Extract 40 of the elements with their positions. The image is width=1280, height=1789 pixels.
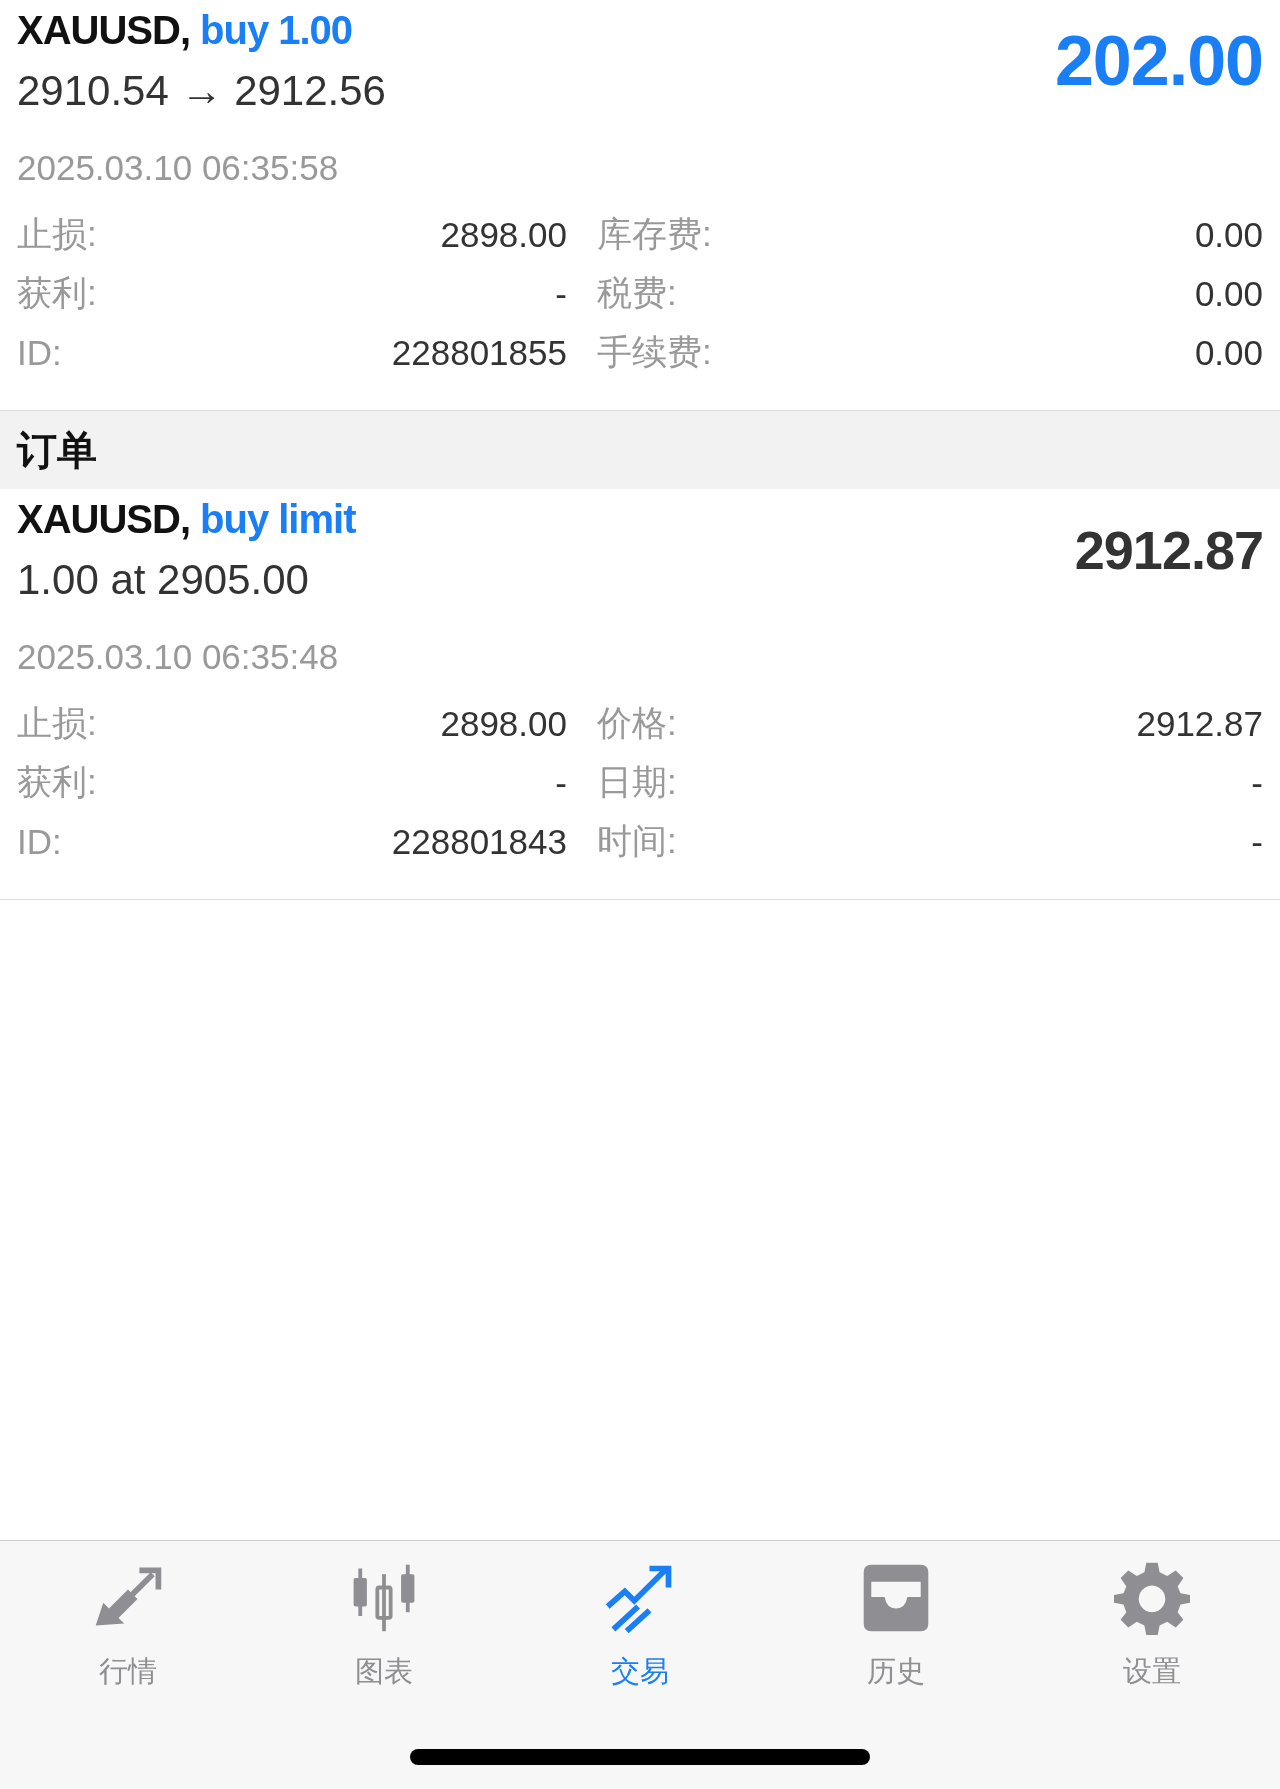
symbol: XAUUSD, (17, 497, 191, 541)
field-value: 0.00 (1194, 332, 1263, 373)
field-value: - (1251, 762, 1263, 803)
field-label: ID: (17, 821, 62, 862)
tab[interactable]: 设置 (1024, 1559, 1280, 1689)
field-value: 2912.87 (1136, 703, 1263, 744)
trade-type: buy limit (200, 497, 356, 541)
timestamp: 2025.03.10 06:35:58 (17, 147, 340, 189)
field-value: 0.00 (1194, 273, 1263, 314)
field-value: - (555, 762, 567, 803)
field-label: 库存费: (597, 213, 712, 255)
symbol: XAUUSD, (17, 8, 191, 52)
field-label: 税费: (597, 272, 677, 314)
field-value: 2898.00 (440, 703, 567, 744)
tab[interactable]: 交易 (512, 1559, 768, 1689)
field-label: 价格: (597, 702, 677, 744)
trade-value: 2912.87 (1074, 519, 1263, 581)
field-value: 2898.00 (440, 214, 567, 255)
tab[interactable]: 图表 (256, 1559, 512, 1689)
price-info: 1.00 at 2905.00 (17, 555, 310, 605)
field-label: 时间: (597, 820, 677, 862)
field-label: 止损: (17, 702, 97, 744)
trade-value: 202.00 (1054, 21, 1263, 101)
tab[interactable]: 行情 (0, 1559, 256, 1689)
timestamp: 2025.03.10 06:35:48 (17, 636, 340, 678)
trade-type: buy 1.00 (200, 8, 353, 52)
field-label: 获利: (17, 272, 97, 314)
field-label: 止损: (17, 213, 97, 255)
field-label: 获利: (17, 761, 97, 803)
field-label: ID: (17, 332, 62, 373)
field-value: - (555, 273, 567, 314)
field-value: - (1251, 821, 1263, 862)
field-value: 228801855 (391, 332, 567, 373)
price-info: 2910.54 → 2912.56 (17, 66, 386, 116)
field-label: 手续费: (597, 331, 712, 373)
section-header: 订单 (0, 411, 1280, 489)
field-value: 228801843 (391, 821, 567, 862)
field-value: 0.00 (1194, 214, 1263, 255)
field-label: 日期: (597, 761, 677, 803)
tab[interactable]: 历史 (768, 1559, 1024, 1689)
